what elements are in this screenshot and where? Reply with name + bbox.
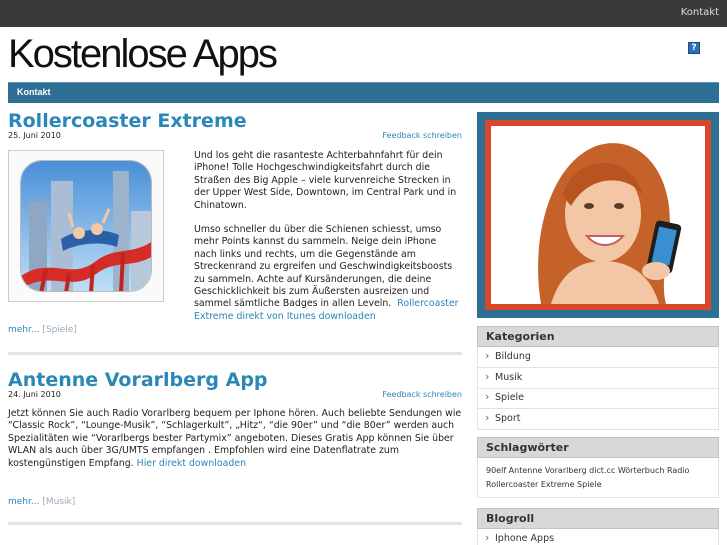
app-thumbnail[interactable] <box>8 150 164 302</box>
category-item-sport[interactable]: Sport <box>477 409 719 430</box>
banner-frame <box>485 120 711 310</box>
rollercoaster-app-icon <box>20 160 152 292</box>
category-item-musik[interactable]: Musik <box>477 368 719 389</box>
feedback-link[interactable]: Feedback schreiben <box>382 131 462 140</box>
banner-photo <box>491 126 705 304</box>
help-icon[interactable]: ? <box>688 42 700 54</box>
post-paragraph: Jetzt können Sie auch Radio Vorarlberg b… <box>8 408 462 470</box>
top-bar: Kontakt <box>0 0 727 27</box>
main-navigation: Kontakt <box>8 82 719 103</box>
feedback-link[interactable]: Feedback schreiben <box>382 390 462 399</box>
post-divider <box>8 522 462 525</box>
site-title[interactable]: Kostenlose Apps <box>8 32 278 77</box>
post-body: Jetzt können Sie auch Radio Vorarlberg b… <box>8 408 462 482</box>
category-item-spiele[interactable]: Spiele <box>477 388 719 409</box>
category-item-bildung[interactable]: Bildung <box>477 347 719 368</box>
tag-cloud[interactable]: 90elf Antenne Vorarlberg dict.cc Wörterb… <box>477 458 719 498</box>
top-contact-link[interactable]: Kontakt <box>681 7 719 18</box>
post-paragraph-text: Umso schneller du über die Schienen schi… <box>194 224 453 310</box>
read-more: mehr... [Musik] <box>8 497 75 507</box>
read-more: mehr... [Spiele] <box>8 325 77 335</box>
post-date: 25. Juni 2010 <box>8 131 61 140</box>
post-paragraph: Und los geht die rasanteste Achterbahnfa… <box>194 150 457 211</box>
nav-item-kontakt[interactable]: Kontakt <box>17 87 51 97</box>
read-more-link[interactable]: mehr... <box>8 497 39 507</box>
widget-title-schlagwoerter: Schlagwörter <box>477 437 719 458</box>
blogroll-item[interactable]: Iphone Apps <box>477 529 719 545</box>
post-date: 24. Juni 2010 <box>8 390 61 399</box>
post-body: Und los geht die rasanteste Achterbahnfa… <box>194 150 462 335</box>
post-title[interactable]: Antenne Vorarlberg App <box>8 369 268 391</box>
post-title[interactable]: Rollercoaster Extreme <box>8 110 247 132</box>
category-link[interactable]: [Spiele] <box>42 325 77 335</box>
post-divider <box>8 352 462 355</box>
read-more-link[interactable]: mehr... <box>8 325 39 335</box>
download-link[interactable]: Hier direkt downloaden <box>137 458 246 469</box>
post-paragraph: Umso schneller du über die Schienen schi… <box>194 224 462 323</box>
sidebar-banner[interactable] <box>477 112 719 318</box>
category-link[interactable]: [Musik] <box>42 497 75 507</box>
widget-title-kategorien: Kategorien <box>477 326 719 347</box>
widget-title-blogroll: Blogroll <box>477 508 719 529</box>
